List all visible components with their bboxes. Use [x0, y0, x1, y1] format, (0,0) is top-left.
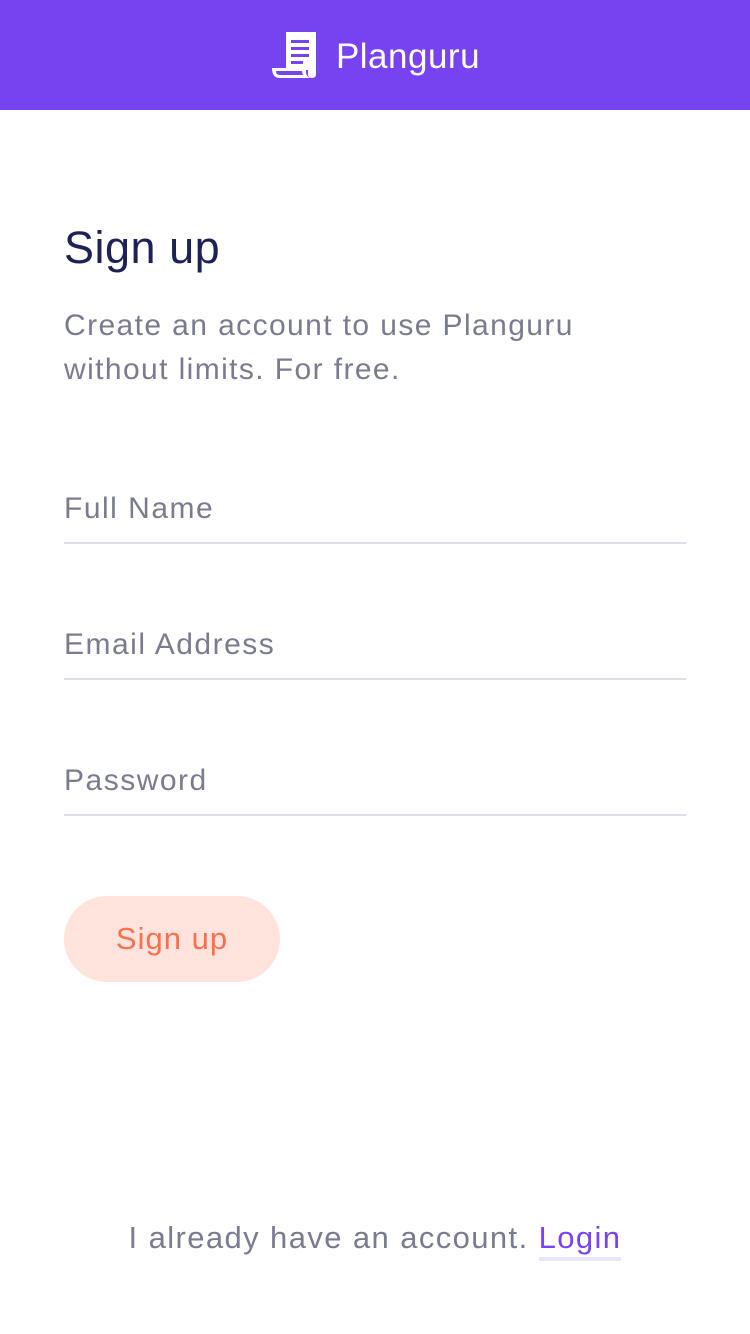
brand: Planguru: [270, 30, 480, 80]
email-input[interactable]: [64, 612, 686, 678]
login-prompt-text: I already have an account.: [128, 1220, 539, 1255]
full-name-field: [64, 476, 686, 544]
app-name: Planguru: [335, 36, 481, 76]
login-link[interactable]: Login: [538, 1220, 622, 1261]
page-subtitle: Create an account to use Planguru withou…: [64, 309, 574, 386]
login-prompt: I already have an account. Login: [0, 1220, 750, 1261]
full-name-input[interactable]: [64, 476, 686, 542]
password-field: [64, 748, 686, 816]
signup-button[interactable]: Sign up: [64, 896, 280, 982]
page-title: Sign up: [64, 222, 221, 273]
email-field: [64, 612, 686, 680]
password-input[interactable]: [64, 748, 686, 814]
document-scroll-icon: [271, 32, 316, 78]
app-header: Planguru: [0, 0, 750, 110]
signup-page: Planguru Sign up Create an account to us…: [0, 0, 750, 1334]
